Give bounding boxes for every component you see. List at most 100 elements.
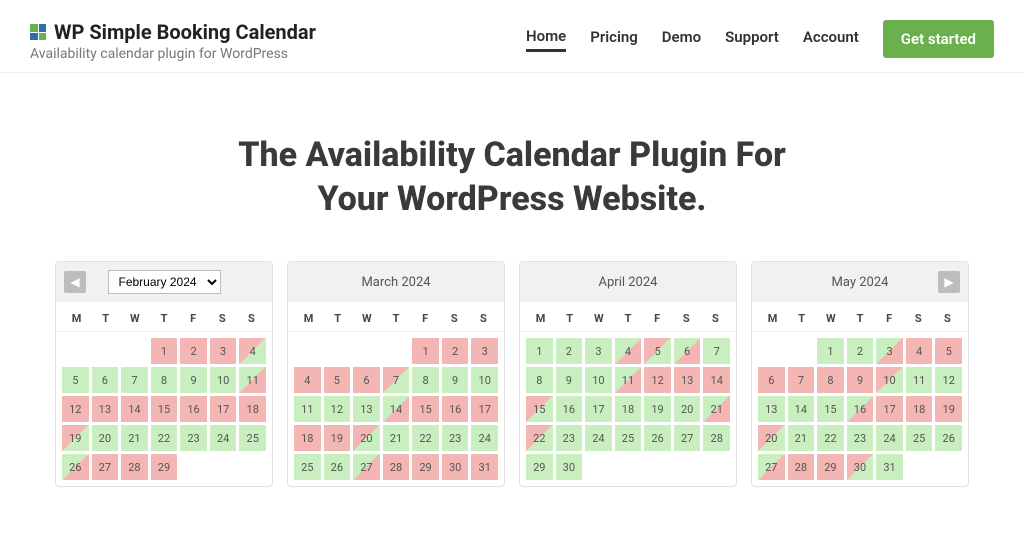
day-cell[interactable]: 13 [353, 396, 380, 422]
day-cell[interactable]: 1 [526, 338, 553, 364]
next-month-button[interactable]: ▶ [938, 271, 960, 293]
day-cell[interactable]: 6 [92, 367, 119, 393]
day-cell[interactable]: 28 [383, 454, 410, 480]
day-cell[interactable]: 17 [876, 396, 903, 422]
day-cell[interactable]: 19 [62, 425, 89, 451]
day-cell[interactable]: 17 [585, 396, 612, 422]
day-cell[interactable]: 24 [471, 425, 498, 451]
day-cell[interactable]: 26 [324, 454, 351, 480]
day-cell[interactable]: 26 [62, 454, 89, 480]
day-cell[interactable]: 26 [935, 425, 962, 451]
day-cell[interactable]: 19 [935, 396, 962, 422]
day-cell[interactable]: 27 [758, 454, 785, 480]
day-cell[interactable]: 27 [674, 425, 701, 451]
day-cell[interactable]: 28 [788, 454, 815, 480]
day-cell[interactable]: 15 [151, 396, 178, 422]
day-cell[interactable]: 18 [294, 425, 321, 451]
day-cell[interactable]: 12 [324, 396, 351, 422]
day-cell[interactable]: 7 [121, 367, 148, 393]
day-cell[interactable]: 27 [353, 454, 380, 480]
day-cell[interactable]: 17 [210, 396, 237, 422]
day-cell[interactable]: 3 [210, 338, 237, 364]
day-cell[interactable]: 5 [62, 367, 89, 393]
day-cell[interactable]: 5 [324, 367, 351, 393]
nav-support[interactable]: Support [725, 28, 779, 50]
day-cell[interactable]: 16 [442, 396, 469, 422]
day-cell[interactable]: 16 [847, 396, 874, 422]
day-cell[interactable]: 15 [412, 396, 439, 422]
day-cell[interactable]: 12 [935, 367, 962, 393]
day-cell[interactable]: 21 [703, 396, 730, 422]
day-cell[interactable]: 8 [526, 367, 553, 393]
day-cell[interactable]: 24 [585, 425, 612, 451]
day-cell[interactable]: 25 [239, 425, 266, 451]
day-cell[interactable]: 5 [644, 338, 671, 364]
day-cell[interactable]: 7 [788, 367, 815, 393]
nav-home[interactable]: Home [526, 27, 566, 52]
day-cell[interactable]: 20 [674, 396, 701, 422]
day-cell[interactable]: 25 [615, 425, 642, 451]
day-cell[interactable]: 12 [644, 367, 671, 393]
day-cell[interactable]: 7 [383, 367, 410, 393]
day-cell[interactable]: 1 [817, 338, 844, 364]
day-cell[interactable]: 29 [526, 454, 553, 480]
day-cell[interactable]: 16 [180, 396, 207, 422]
day-cell[interactable]: 22 [817, 425, 844, 451]
day-cell[interactable]: 4 [239, 338, 266, 364]
day-cell[interactable]: 16 [556, 396, 583, 422]
day-cell[interactable]: 15 [526, 396, 553, 422]
day-cell[interactable]: 31 [876, 454, 903, 480]
day-cell[interactable]: 21 [788, 425, 815, 451]
day-cell[interactable]: 26 [644, 425, 671, 451]
day-cell[interactable]: 27 [92, 454, 119, 480]
day-cell[interactable]: 31 [471, 454, 498, 480]
day-cell[interactable]: 8 [817, 367, 844, 393]
nav-pricing[interactable]: Pricing [590, 28, 638, 50]
day-cell[interactable]: 8 [412, 367, 439, 393]
day-cell[interactable]: 2 [442, 338, 469, 364]
day-cell[interactable]: 6 [758, 367, 785, 393]
day-cell[interactable]: 10 [585, 367, 612, 393]
day-cell[interactable]: 10 [210, 367, 237, 393]
day-cell[interactable]: 4 [615, 338, 642, 364]
day-cell[interactable]: 21 [383, 425, 410, 451]
day-cell[interactable]: 4 [906, 338, 933, 364]
day-cell[interactable]: 14 [703, 367, 730, 393]
day-cell[interactable]: 21 [121, 425, 148, 451]
day-cell[interactable]: 9 [180, 367, 207, 393]
day-cell[interactable]: 20 [353, 425, 380, 451]
day-cell[interactable]: 23 [180, 425, 207, 451]
day-cell[interactable]: 6 [674, 338, 701, 364]
day-cell[interactable]: 28 [121, 454, 148, 480]
day-cell[interactable]: 2 [556, 338, 583, 364]
day-cell[interactable]: 23 [442, 425, 469, 451]
day-cell[interactable]: 14 [788, 396, 815, 422]
day-cell[interactable]: 19 [644, 396, 671, 422]
day-cell[interactable]: 30 [847, 454, 874, 480]
day-cell[interactable]: 17 [471, 396, 498, 422]
day-cell[interactable]: 11 [906, 367, 933, 393]
day-cell[interactable]: 14 [383, 396, 410, 422]
day-cell[interactable]: 1 [151, 338, 178, 364]
day-cell[interactable]: 5 [935, 338, 962, 364]
day-cell[interactable]: 25 [294, 454, 321, 480]
day-cell[interactable]: 24 [210, 425, 237, 451]
day-cell[interactable]: 29 [151, 454, 178, 480]
day-cell[interactable]: 2 [847, 338, 874, 364]
day-cell[interactable]: 24 [876, 425, 903, 451]
day-cell[interactable]: 11 [615, 367, 642, 393]
day-cell[interactable]: 22 [412, 425, 439, 451]
day-cell[interactable]: 10 [876, 367, 903, 393]
day-cell[interactable]: 13 [674, 367, 701, 393]
nav-account[interactable]: Account [803, 28, 859, 50]
day-cell[interactable]: 30 [556, 454, 583, 480]
day-cell[interactable]: 20 [758, 425, 785, 451]
day-cell[interactable]: 8 [151, 367, 178, 393]
day-cell[interactable]: 14 [121, 396, 148, 422]
day-cell[interactable]: 18 [906, 396, 933, 422]
day-cell[interactable]: 6 [353, 367, 380, 393]
day-cell[interactable]: 3 [471, 338, 498, 364]
prev-month-button[interactable]: ◀ [64, 271, 86, 293]
day-cell[interactable]: 18 [615, 396, 642, 422]
day-cell[interactable]: 18 [239, 396, 266, 422]
